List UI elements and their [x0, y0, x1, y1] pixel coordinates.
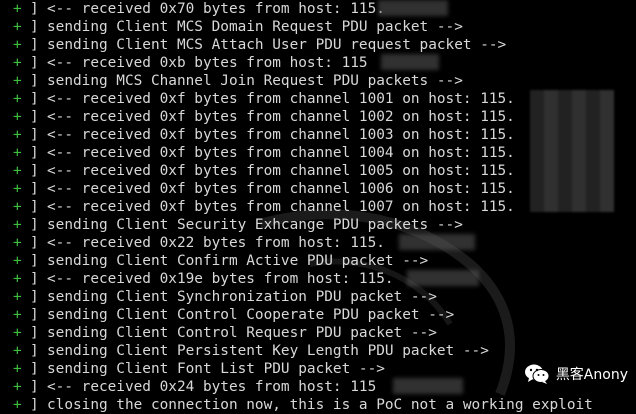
redacted-ip	[393, 378, 463, 394]
terminal-message: closing the connection now, this is a Po…	[47, 397, 593, 413]
status-bracket: ]	[30, 307, 39, 323]
status-plus: +	[13, 163, 22, 179]
status-plus: +	[13, 127, 22, 143]
terminal-message: sending Client Security Exhcange PDU pac…	[47, 217, 463, 233]
terminal-message: sending Client Control Cooperate PDU pac…	[47, 307, 455, 323]
redacted-ip	[378, 0, 448, 16]
terminal-message: <-- received 0x19e bytes from host: 115.	[47, 271, 394, 287]
status-bracket: ]	[30, 37, 39, 53]
status-plus: +	[13, 19, 22, 35]
status-plus: +	[13, 55, 22, 71]
terminal-message: sending Client Confirm Active PDU packet…	[47, 253, 429, 269]
redacted-ip-block	[530, 90, 614, 212]
status-bracket: ]	[30, 325, 39, 341]
terminal-line: +] <-- received 0x22 bytes from host: 115…	[0, 234, 636, 252]
terminal-message: sending Client Font List PDU packet -->	[47, 361, 385, 377]
terminal-message: <-- received 0x22 bytes from host: 115.	[47, 235, 385, 251]
status-bracket: ]	[30, 271, 39, 287]
terminal-message: <-- received 0xf bytes from channel 1002…	[47, 109, 515, 125]
status-bracket: ]	[30, 145, 39, 161]
status-bracket: ]	[30, 361, 39, 377]
status-bracket: ]	[30, 253, 39, 269]
status-plus: +	[13, 307, 22, 323]
terminal-line: +] sending MCS Channel Join Request PDU p…	[0, 72, 636, 90]
status-bracket: ]	[30, 55, 39, 71]
wechat-watermark: 黑客Anony	[524, 360, 628, 388]
terminal-message: <-- received 0xb bytes from host: 115	[47, 55, 368, 71]
terminal-window[interactable]: +] <-- received 0x70 bytes from host: 115…	[0, 0, 636, 414]
terminal-message: <-- received 0x24 bytes from host: 115	[47, 379, 377, 395]
status-bracket: ]	[30, 199, 39, 215]
status-plus: +	[13, 73, 22, 89]
status-bracket: ]	[30, 19, 39, 35]
terminal-line: +] sending Client Confirm Active PDU pack…	[0, 252, 636, 270]
redacted-ip	[399, 234, 475, 250]
status-plus: +	[13, 343, 22, 359]
terminal-line: +] sending Client Control Requesr PDU pac…	[0, 324, 636, 342]
terminal-line: +] sending Client Persistent Key Length P…	[0, 342, 636, 360]
status-bracket: ]	[30, 397, 39, 413]
redacted-ip	[381, 54, 439, 70]
status-bracket: ]	[30, 73, 39, 89]
terminal-message: sending Client MCS Domain Request PDU pa…	[47, 19, 463, 35]
terminal-message: sending Client Synchronization PDU packe…	[47, 289, 437, 305]
status-bracket: ]	[30, 235, 39, 251]
terminal-message: <-- received 0xf bytes from channel 1006…	[47, 181, 515, 197]
status-bracket: ]	[30, 343, 39, 359]
status-plus: +	[13, 181, 22, 197]
terminal-line: +] sending Client MCS Attach User PDU req…	[0, 36, 636, 54]
status-plus: +	[13, 199, 22, 215]
status-plus: +	[13, 217, 22, 233]
terminal-message: <-- received 0xf bytes from channel 1007…	[47, 199, 515, 215]
status-bracket: ]	[30, 1, 39, 17]
status-plus: +	[13, 37, 22, 53]
terminal-message: sending MCS Channel Join Request PDU pac…	[47, 73, 463, 89]
status-plus: +	[13, 109, 22, 125]
status-bracket: ]	[30, 217, 39, 233]
terminal-line: +] sending Client Synchronization PDU pac…	[0, 288, 636, 306]
terminal-message: sending Client Persistent Key Length PDU…	[47, 343, 489, 359]
status-plus: +	[13, 289, 22, 305]
status-plus: +	[13, 253, 22, 269]
status-bracket: ]	[30, 91, 39, 107]
status-bracket: ]	[30, 109, 39, 125]
terminal-line: +] <-- received 0x70 bytes from host: 115…	[0, 0, 636, 18]
status-plus: +	[13, 235, 22, 251]
status-plus: +	[13, 325, 22, 341]
status-bracket: ]	[30, 163, 39, 179]
status-plus: +	[13, 361, 22, 377]
terminal-line: +] sending Client MCS Domain Request PDU …	[0, 18, 636, 36]
terminal-message: <-- received 0xf bytes from channel 1003…	[47, 127, 515, 143]
terminal-message: <-- received 0xf bytes from channel 1001…	[47, 91, 515, 107]
terminal-message: <-- received 0xf bytes from channel 1004…	[47, 145, 515, 161]
terminal-line: +] closing the connection now, this is a …	[0, 396, 636, 414]
terminal-message: <-- received 0xf bytes from channel 1005…	[47, 163, 515, 179]
terminal-message: sending Client MCS Attach User PDU reque…	[47, 37, 507, 53]
status-plus: +	[13, 271, 22, 287]
terminal-message: sending Client Control Requesr PDU packe…	[47, 325, 437, 341]
status-plus: +	[13, 91, 22, 107]
status-plus: +	[13, 397, 22, 413]
wechat-icon	[524, 364, 550, 384]
status-bracket: ]	[30, 289, 39, 305]
terminal-line: +] sending Client Control Cooperate PDU p…	[0, 306, 636, 324]
status-plus: +	[13, 145, 22, 161]
wechat-account-label: 黑客Anony	[555, 367, 628, 383]
status-plus: +	[13, 1, 22, 17]
status-bracket: ]	[30, 127, 39, 143]
terminal-line: +] sending Client Security Exhcange PDU p…	[0, 216, 636, 234]
status-bracket: ]	[30, 379, 39, 395]
terminal-line: +] <-- received 0xb bytes from host: 115	[0, 54, 636, 72]
status-plus: +	[13, 379, 22, 395]
terminal-line: +] <-- received 0x19e bytes from host: 11…	[0, 270, 636, 288]
status-bracket: ]	[30, 181, 39, 197]
terminal-message: <-- received 0x70 bytes from host: 115.	[47, 1, 385, 17]
redacted-ip	[407, 270, 479, 286]
